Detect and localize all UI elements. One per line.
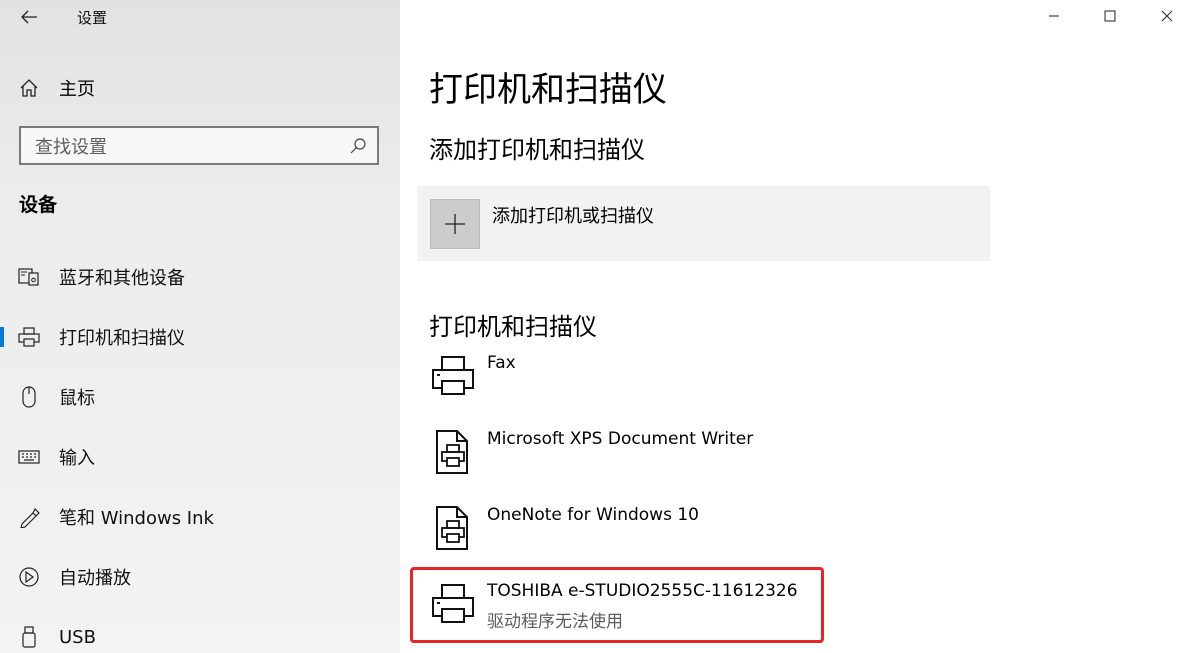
close-button[interactable] <box>1144 0 1190 32</box>
printer-name: OneNote for Windows 10 <box>487 505 699 525</box>
printer-name: Microsoft XPS Document Writer <box>487 429 754 449</box>
section-title: 设备 <box>19 194 58 216</box>
sidebar-item-usb[interactable]: USB <box>0 617 400 653</box>
document-printer-icon <box>430 429 476 475</box>
maximize-button[interactable] <box>1087 0 1133 32</box>
printer-icon <box>18 327 40 347</box>
close-icon <box>1161 10 1173 22</box>
sidebar-item-pen[interactable]: 笔和 Windows Ink <box>0 497 400 537</box>
add-section-title: 添加打印机和扫描仪 <box>429 136 645 164</box>
printer-item-onenote[interactable]: OneNote for Windows 10 <box>420 505 840 569</box>
usb-icon <box>18 626 40 648</box>
minimize-button[interactable] <box>1031 0 1077 32</box>
printer-name: Fax <box>487 353 516 373</box>
sidebar: 设置 主页 查找设置 设备 蓝牙和其他设备 打印机和扫描仪 鼠标 输入 笔和 W… <box>0 0 400 653</box>
sidebar-item-label: 蓝牙和其他设备 <box>59 268 185 289</box>
search-icon[interactable] <box>349 137 369 155</box>
document-printer-icon <box>430 505 476 551</box>
back-arrow-icon <box>21 10 37 24</box>
sidebar-item-printers[interactable]: 打印机和扫描仪 <box>0 317 400 357</box>
keyboard-icon <box>18 450 40 464</box>
sidebar-item-label: 输入 <box>59 448 95 469</box>
add-printer-label: 添加打印机或扫描仪 <box>492 206 654 227</box>
search-input[interactable]: 查找设置 <box>19 126 379 165</box>
add-printer-button[interactable]: 添加打印机或扫描仪 <box>417 186 990 261</box>
search-placeholder: 查找设置 <box>35 136 107 158</box>
mouse-icon <box>18 386 40 408</box>
sidebar-item-label: 主页 <box>59 79 95 100</box>
sidebar-item-typing[interactable]: 输入 <box>0 437 400 477</box>
printer-item-fax[interactable]: Fax <box>420 353 840 417</box>
plus-icon <box>430 199 480 249</box>
sidebar-item-bluetooth[interactable]: 蓝牙和其他设备 <box>0 257 400 297</box>
printer-item-xps[interactable]: Microsoft XPS Document Writer <box>420 429 840 493</box>
sidebar-item-label: USB <box>59 626 96 648</box>
sidebar-item-label: 笔和 Windows Ink <box>59 508 214 529</box>
page-title: 打印机和扫描仪 <box>429 70 667 110</box>
sidebar-item-label: 自动播放 <box>59 568 131 589</box>
back-button[interactable] <box>14 4 44 30</box>
printer-icon <box>430 353 476 399</box>
bluetooth-devices-icon <box>18 267 40 287</box>
maximize-icon <box>1104 10 1116 22</box>
sidebar-item-mouse[interactable]: 鼠标 <box>0 377 400 417</box>
autoplay-icon <box>18 566 40 588</box>
app-title: 设置 <box>77 9 108 27</box>
pen-icon <box>18 506 40 528</box>
home-icon <box>19 78 41 98</box>
sidebar-item-label: 鼠标 <box>59 388 95 409</box>
sidebar-item-autoplay[interactable]: 自动播放 <box>0 557 400 597</box>
minimize-icon <box>1049 15 1059 17</box>
sidebar-item-home[interactable]: 主页 <box>0 70 400 106</box>
sidebar-item-label: 打印机和扫描仪 <box>59 328 185 349</box>
list-section-title: 打印机和扫描仪 <box>429 313 597 341</box>
highlight-box <box>410 567 824 643</box>
